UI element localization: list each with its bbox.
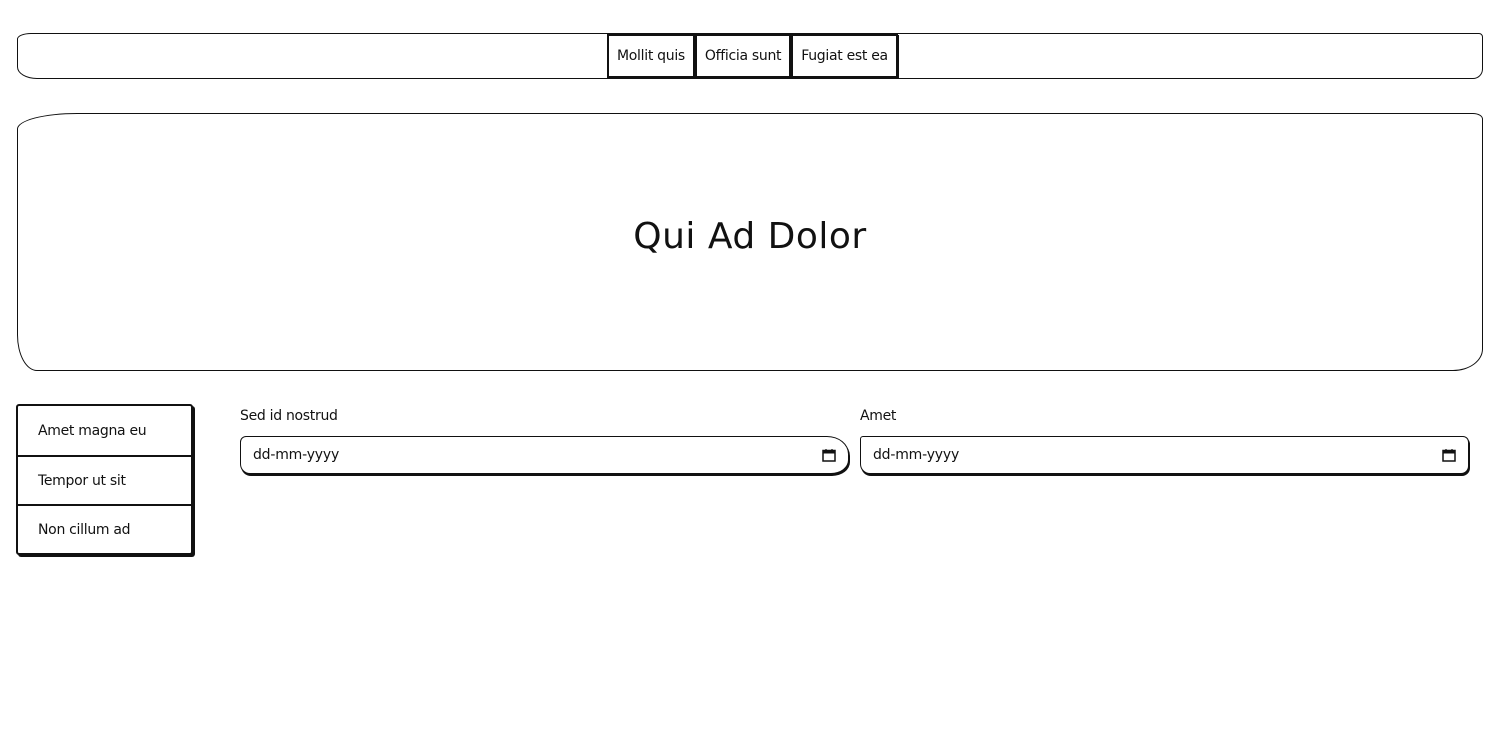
date-field-amet: Amet dd-mm-yyyy — [860, 406, 1469, 474]
date-field-sed-id-nostrud: Sed id nostrud dd-mm-yyyy — [240, 406, 849, 474]
date-placeholder: dd-mm-yyyy — [253, 447, 340, 463]
hero-title: Qui Ad Dolor — [633, 215, 867, 257]
date-placeholder: dd-mm-yyyy — [873, 447, 960, 463]
date-input[interactable]: dd-mm-yyyy — [240, 436, 849, 474]
side-menu-item-amet-magna-eu[interactable]: Amet magna eu — [18, 406, 191, 455]
date-field-label: Sed id nostrud — [240, 408, 338, 424]
nav-button-officia-sunt[interactable]: Officia sunt — [694, 34, 792, 78]
nav-button-mollit-quis[interactable]: Mollit quis — [607, 34, 695, 78]
date-field-label: Amet — [860, 408, 897, 424]
nav-button-fugiat-est-ea[interactable]: Fugiat est ea — [791, 34, 898, 78]
page: Mollit quis Officia sunt Fugiat est ea Q… — [0, 0, 1500, 752]
date-input[interactable]: dd-mm-yyyy — [860, 436, 1469, 474]
side-menu-item-non-cillum-ad[interactable]: Non cillum ad — [18, 504, 191, 553]
side-menu: Amet magna eu Tempor ut sit Non cillum a… — [16, 404, 193, 555]
calendar-icon[interactable] — [1442, 448, 1456, 462]
calendar-icon[interactable] — [822, 448, 836, 462]
nav-button-group: Mollit quis Officia sunt Fugiat est ea — [607, 34, 898, 78]
hero-banner: Qui Ad Dolor — [17, 113, 1483, 371]
side-menu-item-tempor-ut-sit[interactable]: Tempor ut sit — [18, 455, 191, 504]
